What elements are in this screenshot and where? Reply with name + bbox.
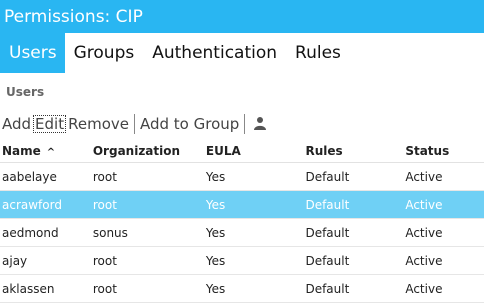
users-table: Name ^ Organization EULA Rules Status aab… bbox=[0, 140, 484, 303]
cell-name: ajay bbox=[0, 246, 91, 275]
cell-name: aabelaye bbox=[0, 162, 91, 191]
cell-organization: root bbox=[90, 246, 204, 275]
cell-rules: Default bbox=[303, 274, 404, 303]
add-button[interactable]: Add bbox=[0, 115, 33, 133]
cell-name: aklassen bbox=[0, 274, 91, 303]
cell-rules: Default bbox=[303, 162, 404, 191]
toolbar-divider bbox=[244, 114, 246, 134]
sort-ascending-icon: ^ bbox=[46, 147, 56, 158]
cell-rules: Default bbox=[303, 190, 404, 219]
table-row[interactable]: aabelaye root Yes Default Active bbox=[0, 162, 484, 191]
cell-eula: Yes bbox=[203, 274, 304, 303]
table-row[interactable]: aklassen root Yes Default Active bbox=[0, 274, 484, 303]
table-row[interactable]: aedmond sonus Yes Default Active bbox=[0, 218, 484, 247]
edit-button[interactable]: Edit bbox=[33, 115, 67, 133]
toolbar: Add Edit Remove Add to Group bbox=[0, 112, 268, 136]
cell-organization: sonus bbox=[90, 218, 204, 247]
column-header-status[interactable]: Status bbox=[403, 140, 484, 163]
cell-status: Active bbox=[403, 162, 484, 191]
tab-authentication[interactable]: Authentication bbox=[143, 33, 286, 73]
tab-bar: Users Groups Authentication Rules bbox=[0, 33, 484, 73]
tab-rules[interactable]: Rules bbox=[286, 33, 350, 73]
cell-name: acrawford bbox=[0, 190, 91, 219]
cell-status: Active bbox=[403, 246, 484, 275]
add-to-group-button[interactable]: Add to Group bbox=[138, 115, 241, 133]
user-icon[interactable] bbox=[254, 116, 268, 132]
cell-eula: Yes bbox=[203, 218, 304, 247]
column-header-name[interactable]: Name ^ bbox=[0, 140, 91, 163]
window-title-bar: Permissions: CIP bbox=[0, 0, 484, 33]
remove-button[interactable]: Remove bbox=[66, 115, 131, 133]
cell-organization: root bbox=[90, 190, 204, 219]
table-row[interactable]: acrawford root Yes Default Active bbox=[0, 190, 484, 219]
cell-organization: root bbox=[90, 274, 204, 303]
column-header-eula[interactable]: EULA bbox=[203, 140, 304, 163]
window-title: Permissions: CIP bbox=[4, 6, 143, 27]
tab-label: Users bbox=[9, 43, 57, 63]
table-header-row: Name ^ Organization EULA Rules Status bbox=[0, 140, 484, 163]
table-row[interactable]: ajay root Yes Default Active bbox=[0, 246, 484, 275]
cell-rules: Default bbox=[303, 246, 404, 275]
toolbar-divider bbox=[133, 114, 135, 134]
tab-label: Authentication bbox=[152, 43, 278, 63]
tab-label: Rules bbox=[295, 43, 341, 63]
section-heading: Users bbox=[6, 85, 45, 99]
cell-eula: Yes bbox=[203, 246, 304, 275]
cell-eula: Yes bbox=[203, 190, 304, 219]
column-header-rules[interactable]: Rules bbox=[303, 140, 404, 163]
cell-eula: Yes bbox=[203, 162, 304, 191]
cell-status: Active bbox=[403, 218, 484, 247]
cell-status: Active bbox=[403, 274, 484, 303]
cell-rules: Default bbox=[303, 218, 404, 247]
tab-groups[interactable]: Groups bbox=[65, 33, 144, 73]
tab-label: Groups bbox=[73, 43, 135, 63]
cell-organization: root bbox=[90, 162, 204, 191]
cell-status: Active bbox=[403, 190, 484, 219]
column-header-organization[interactable]: Organization bbox=[90, 140, 204, 163]
column-header-label: Name bbox=[2, 144, 41, 158]
cell-name: aedmond bbox=[0, 218, 91, 247]
tab-users[interactable]: Users bbox=[0, 33, 65, 73]
